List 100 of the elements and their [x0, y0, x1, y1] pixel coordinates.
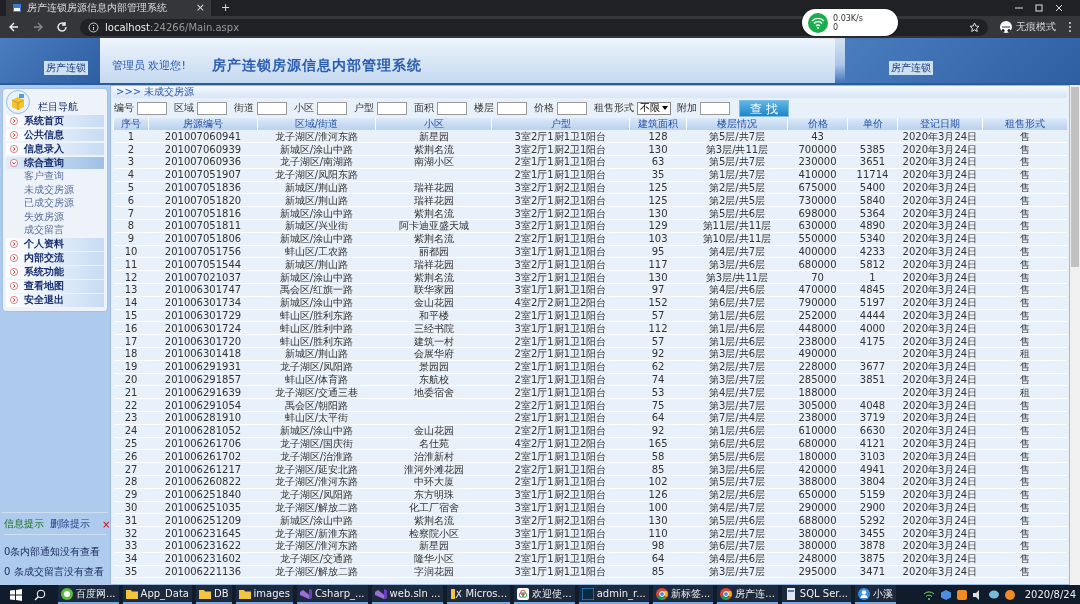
notice-tab[interactable]: 信息提示 [4, 517, 44, 531]
reload-icon[interactable] [56, 21, 68, 33]
cube-icon[interactable] [940, 589, 951, 600]
table-cell: 20 [113, 373, 149, 386]
table-cell: 24 [113, 424, 149, 438]
nav-item[interactable]: 系统功能 [6, 266, 104, 279]
table-cell: 联华家园 [375, 283, 492, 297]
forward-icon[interactable] [32, 21, 44, 33]
nav-link[interactable]: 未成交房源 [6, 182, 104, 196]
table-cell: 售 [982, 334, 1067, 348]
table-cell: 第5层/共6层 [686, 206, 788, 220]
input-field[interactable] [497, 101, 527, 115]
folder-icon [238, 587, 251, 600]
table-cell: 117 [629, 257, 687, 271]
nav-link[interactable]: 成交留言 [6, 223, 104, 237]
nav-item[interactable]: 个人资料 [6, 238, 104, 251]
taskbar-item[interactable]: 小溪 [855, 585, 897, 604]
square-icon[interactable] [956, 589, 967, 600]
taskbar-item[interactable]: 新标签... [652, 585, 714, 604]
table-cell: 92 [629, 424, 687, 438]
table-cell: 201006251840 [148, 488, 258, 502]
table-cell: 4048 [847, 398, 898, 412]
table-cell: 南湖小区 [375, 155, 492, 169]
close-icon[interactable] [1054, 3, 1064, 13]
taskbar-item[interactable]: Csharp_... [296, 585, 368, 604]
table-cell: 龙子湖区/新淮东路 [257, 526, 376, 540]
nav-link[interactable]: 已成交房源 [6, 196, 104, 210]
clock-date[interactable]: 2020/8/24 [1024, 589, 1076, 600]
table-cell: 180000 [787, 449, 848, 463]
table-cell: 201006281052 [148, 424, 258, 438]
table-cell: 瑞祥花园 [375, 257, 492, 271]
url-host: localhost [105, 21, 150, 33]
input-field[interactable] [317, 101, 347, 115]
circle-icon[interactable] [1004, 589, 1015, 600]
star-icon[interactable] [969, 21, 980, 33]
table-cell: 售 [982, 565, 1067, 578]
taskbar-item[interactable]: Micros... [447, 585, 511, 604]
table-cell: 92 [629, 347, 687, 361]
back-icon[interactable] [8, 21, 20, 33]
input-field[interactable] [557, 101, 587, 115]
table-cell: 名仕苑 [375, 437, 492, 450]
nav-item[interactable]: 公共信息 [6, 128, 104, 141]
input-field[interactable] [377, 101, 407, 115]
table-cell: 97 [629, 283, 687, 297]
table-cell: 53 [629, 385, 687, 399]
taskbar-item[interactable]: SQL Ser... [781, 585, 852, 604]
taskbar-item[interactable]: web.sln ... [371, 585, 444, 604]
nav-link[interactable]: 客户查询 [6, 169, 104, 183]
search-icon[interactable] [34, 588, 46, 601]
table-cell: 2室1厅1厨1卫1阳台 [491, 373, 630, 386]
table-cell: 龙子湖区/凤阳东路 [257, 168, 376, 182]
close-tab-button[interactable]: × [195, 2, 205, 14]
input-field[interactable] [437, 101, 467, 115]
wifi-icon[interactable] [922, 588, 935, 601]
table-cell: 2020年3月24日 [897, 309, 983, 322]
table-cell: 3室2厅1厨1卫1阳台 [491, 270, 630, 284]
select-field[interactable]: 不限 [637, 101, 671, 115]
table-cell: 3室2厅1厨2卫1阳台 [491, 142, 630, 156]
chat-icon[interactable] [988, 589, 999, 600]
nav-link[interactable]: 失效房源 [6, 209, 104, 223]
new-tab-button[interactable]: + [221, 2, 231, 14]
taskbar-item[interactable]: DB [195, 585, 232, 604]
table-cell: 201007060939 [148, 142, 258, 156]
nav-item[interactable]: 综合查询 [6, 156, 104, 169]
page-icon [12, 3, 22, 13]
input-field[interactable] [137, 101, 167, 115]
input-field[interactable] [257, 101, 287, 115]
nav-item[interactable]: 查看地图 [6, 280, 104, 293]
taskbar-item[interactable]: images [235, 585, 293, 604]
taskbar-item[interactable]: 房产连... [717, 585, 778, 604]
table-cell: 201006231602 [148, 552, 258, 566]
nav-item[interactable]: 内部交流 [6, 252, 104, 265]
table-cell: 龙子湖区/延安北路 [257, 462, 376, 476]
table-cell: 3室2厅1厨1卫1阳台 [491, 257, 630, 271]
windows-icon[interactable] [10, 588, 22, 601]
table-cell: 380000 [787, 539, 848, 553]
input-field[interactable] [197, 101, 227, 115]
notice-tab[interactable]: 删除提示 [50, 517, 90, 531]
nav-item[interactable]: 信息录入 [6, 142, 104, 155]
table-cell: 禹会区/红旗一路 [257, 283, 376, 297]
table-cell: 2020年3月24日 [897, 321, 983, 335]
table-cell: 129 [629, 219, 687, 233]
menu-icon[interactable] [1068, 21, 1072, 33]
table-cell: 第3层/共6层 [686, 347, 788, 361]
chevron-right-icon [10, 144, 18, 153]
taskbar-item[interactable]: 欢迎使... [514, 585, 575, 604]
scroll-thumb[interactable] [1071, 87, 1079, 267]
nav-item[interactable]: 安全退出 [6, 294, 104, 307]
scrollbar[interactable] [1070, 85, 1080, 585]
browser-tab[interactable]: 房产连锁房源信息内部管理系统 × [6, 0, 211, 16]
taskbar-item[interactable]: 百度网... [58, 585, 119, 604]
table-cell: 27 [113, 462, 149, 476]
taskbar-item[interactable]: App_Data [122, 585, 192, 604]
profile-button[interactable]: 无痕模式 [1000, 20, 1056, 34]
nav-item[interactable]: 系统首页 [6, 114, 104, 127]
table-cell: 蚌山区/胜利东路 [257, 334, 376, 348]
taskbar-item[interactable]: admin_r... [578, 585, 649, 604]
input-field[interactable] [700, 101, 730, 115]
maximize-icon[interactable] [1034, 3, 1044, 13]
table-cell: 2020年3月24日 [897, 360, 983, 374]
